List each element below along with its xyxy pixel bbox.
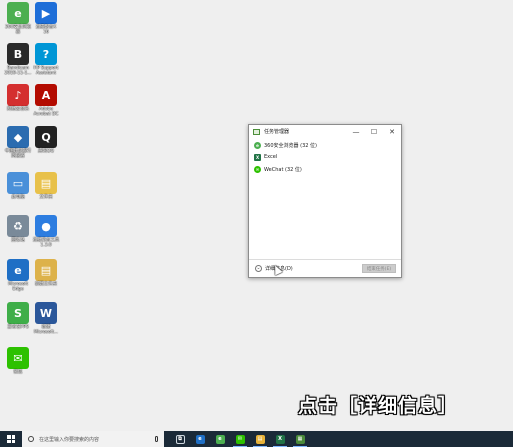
desktop-icon-label: 新建 Microsoft... <box>33 325 59 336</box>
360-browser-taskbar-icon: e <box>215 434 225 444</box>
taskbar-app[interactable]: ✉ <box>230 431 250 447</box>
desktop-icon-label: 迅捷录音工具 1.3.0 <box>32 238 60 249</box>
folder-icon: ▤ <box>35 172 57 194</box>
end-task-button[interactable]: 结束任务(E) <box>362 264 396 273</box>
desktop-icon[interactable]: ▶ 迅雷影音X 16 <box>29 2 63 35</box>
desktop-icon-label: 新建文件夹 <box>35 282 57 287</box>
app-list-item[interactable]: X Excel <box>249 151 401 163</box>
taskbar-app[interactable]: ▦ <box>290 431 310 447</box>
desktop-icon-label: 腾讯QQ <box>38 149 54 154</box>
chevron-down-icon[interactable]: ⌄ <box>255 265 262 272</box>
desktop-icon[interactable]: ● 迅捷录音工具 1.3.0 <box>29 215 63 248</box>
hp-support-icon: ? <box>35 43 57 65</box>
taskbar-app[interactable]: e <box>190 431 210 447</box>
qq-icon: Q <box>35 126 57 148</box>
explorer-taskbar-icon: ▤ <box>255 434 265 444</box>
desktop: e 360安全浏览 器 ▶ 迅雷影音X 16 B Bandicam 2019-11-1..… <box>0 0 513 431</box>
microphone-icon[interactable] <box>155 436 158 442</box>
task-view-icon: ⧉ <box>175 434 185 444</box>
app-list-item[interactable]: ✉ WeChat (32 位) <box>249 163 401 175</box>
desktop-icon[interactable]: ✉ 微信 <box>1 347 35 375</box>
search-box[interactable]: 在这里输入你要搜索的内容 <box>22 431 164 447</box>
maximize-button[interactable]: ☐ <box>365 125 383 138</box>
desktop-icon[interactable]: ▤ 文件夹 <box>29 172 63 200</box>
desktop-icon[interactable]: A Adobe Acrobat DC <box>29 84 63 117</box>
recorder-icon: ● <box>35 215 57 237</box>
word-doc-icon: W <box>35 302 57 324</box>
bandicam-icon: B <box>7 43 29 65</box>
window-title: 任务管理器 <box>264 129 290 135</box>
this-pc-icon: ▭ <box>7 172 29 194</box>
taskbar-app[interactable]: e <box>210 431 230 447</box>
minimize-button[interactable]: — <box>347 125 365 138</box>
windows-logo-icon <box>7 435 15 443</box>
excel-taskbar-icon: X <box>275 434 285 444</box>
desktop-icon-label: Adobe Acrobat DC <box>33 107 59 118</box>
app-name: Excel <box>264 154 278 160</box>
desktop-icon[interactable]: Q 腾讯QQ <box>29 126 63 154</box>
pps-icon: S <box>7 302 29 324</box>
desktop-icon-label: 微信 <box>13 370 23 375</box>
new-folder-icon: ▤ <box>35 259 57 281</box>
bank-shield-icon: ◆ <box>7 126 29 148</box>
search-placeholder: 在这里输入你要搜索的内容 <box>39 436 100 443</box>
app-name: WeChat (32 位) <box>264 166 302 173</box>
title-bar[interactable]: 任务管理器 — ☐ ✕ <box>249 125 401 138</box>
netease-music-icon: ♪ <box>7 84 29 106</box>
app-name: 360安全浏览器 (32 位) <box>264 142 317 149</box>
video-player-icon: ▶ <box>35 2 57 24</box>
cortana-icon <box>28 436 34 442</box>
taskbar-app[interactable]: ▤ <box>250 431 270 447</box>
taskbar-app[interactable]: ⧉ <box>170 431 190 447</box>
edge-taskbar-icon: e <box>195 434 205 444</box>
app-icon: X <box>254 153 261 161</box>
desktop-icon[interactable]: ? HP Support Assistant <box>29 43 63 76</box>
desktop-icon-label: 迅雷影音X 16 <box>35 25 57 36</box>
task-manager-taskbar-icon: ▦ <box>295 434 305 444</box>
acrobat-icon: A <box>35 84 57 106</box>
app-list: e 360安全浏览器 (32 位) X Excel ✉ WeChat (32 位) <box>249 139 401 175</box>
desktop-icon[interactable]: W 新建 Microsoft... <box>29 302 63 335</box>
app-list-item[interactable]: e 360安全浏览器 (32 位) <box>249 139 401 151</box>
task-manager-window[interactable]: 任务管理器 — ☐ ✕ e 360安全浏览器 (32 位) X Excel ✉ WeCha… <box>248 124 402 278</box>
desktop-icon-label: HP Support Assistant <box>33 66 59 77</box>
start-button[interactable] <box>0 431 22 447</box>
taskbar: 在这里输入你要搜索的内容 ⧉ e e ✉ ▤ X ▦ <box>0 431 513 447</box>
edge-icon: e <box>7 259 29 281</box>
app-icon: ✉ <box>254 165 261 173</box>
task-manager-icon <box>253 128 260 135</box>
desktop-icon-label: 文件夹 <box>39 195 53 200</box>
close-button[interactable]: ✕ <box>383 125 401 138</box>
app-icon: e <box>254 141 261 149</box>
recycle-bin-icon: ♻ <box>7 215 29 237</box>
wechat-icon: ✉ <box>7 347 29 369</box>
instruction-caption: 点击［详细信息］ <box>298 395 459 417</box>
desktop-icon[interactable]: ▤ 新建文件夹 <box>29 259 63 287</box>
360-browser-icon: e <box>7 2 29 24</box>
taskbar-apps: ⧉ e e ✉ ▤ X ▦ <box>170 431 310 447</box>
taskbar-app[interactable]: X <box>270 431 290 447</box>
wechat-taskbar-icon: ✉ <box>235 434 245 444</box>
